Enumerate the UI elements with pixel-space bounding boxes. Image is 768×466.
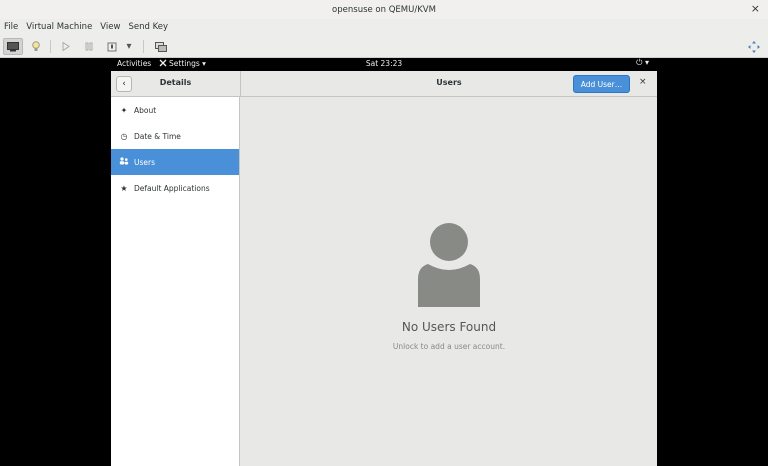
menu-send-key[interactable]: Send Key xyxy=(128,22,168,32)
pause-icon[interactable] xyxy=(79,38,99,55)
sidebar-item-date-time[interactable]: ◷ Date & Time xyxy=(111,123,239,149)
window-close-icon[interactable]: × xyxy=(751,2,760,15)
sidebar-item-label: Users xyxy=(134,157,156,167)
users-icon xyxy=(118,157,130,167)
lightbulb-icon[interactable] xyxy=(26,38,46,55)
fullscreen-icon[interactable] xyxy=(744,38,764,55)
star-icon: ★ xyxy=(120,183,128,193)
sidebar-item-users[interactable]: Users xyxy=(111,149,239,175)
console-icon[interactable] xyxy=(3,38,23,55)
sidebar-title: Details xyxy=(159,78,192,87)
clock-icon: ◷ xyxy=(120,131,128,141)
guest-display[interactable]: Activities Settings ▾ Sat 23:23 ⏻ ▾ ‹ De… xyxy=(111,58,657,466)
close-icon[interactable]: × xyxy=(639,77,647,87)
power-icon[interactable] xyxy=(102,38,122,55)
gnome-top-bar: Activities Settings ▾ Sat 23:23 ⏻ ▾ xyxy=(111,58,657,71)
sidebar-item-about[interactable]: ✦ About xyxy=(111,97,239,123)
window-titlebar: opensuse on QEMU/KVM × xyxy=(0,0,768,19)
sidebar-item-label: About xyxy=(134,105,157,115)
toolbar: ▾ xyxy=(0,35,768,58)
avatar-placeholder-icon xyxy=(418,223,480,307)
empty-state-title: No Users Found xyxy=(401,320,497,334)
menubar: File Virtual Machine View Send Key xyxy=(0,19,768,35)
headerbar: ‹ Details Users Add User… × xyxy=(111,71,657,97)
sidebar: ✦ About ◷ Date & Time Users ★ Default Ap… xyxy=(111,97,240,466)
add-user-button[interactable]: Add User… xyxy=(573,75,630,93)
menu-virtual-machine[interactable]: Virtual Machine xyxy=(26,22,92,32)
sidebar-item-label: Date & Time xyxy=(134,131,181,141)
toolbar-separator xyxy=(50,40,51,53)
window-title: opensuse on QEMU/KVM xyxy=(332,4,436,15)
users-panel: No Users Found Unlock to add a user acco… xyxy=(241,97,657,466)
toolbar-separator xyxy=(143,40,144,53)
menu-file[interactable]: File xyxy=(4,22,18,32)
play-icon[interactable] xyxy=(56,38,76,55)
snapshot-icon[interactable] xyxy=(151,38,171,55)
clock[interactable]: Sat 23:23 xyxy=(111,59,657,68)
menu-view[interactable]: View xyxy=(100,22,120,32)
sidebar-item-default-applications[interactable]: ★ Default Applications xyxy=(111,175,239,201)
settings-window: ‹ Details Users Add User… × ✦ About ◷ Da… xyxy=(111,71,657,466)
empty-state-subtitle: Unlock to add a user account. xyxy=(392,342,506,351)
system-menu-power-icon[interactable]: ⏻ ▾ xyxy=(636,58,649,68)
chevron-down-icon[interactable]: ▾ xyxy=(122,38,136,55)
sidebar-item-label: Default Applications xyxy=(134,183,210,193)
sparkle-icon: ✦ xyxy=(120,105,128,115)
